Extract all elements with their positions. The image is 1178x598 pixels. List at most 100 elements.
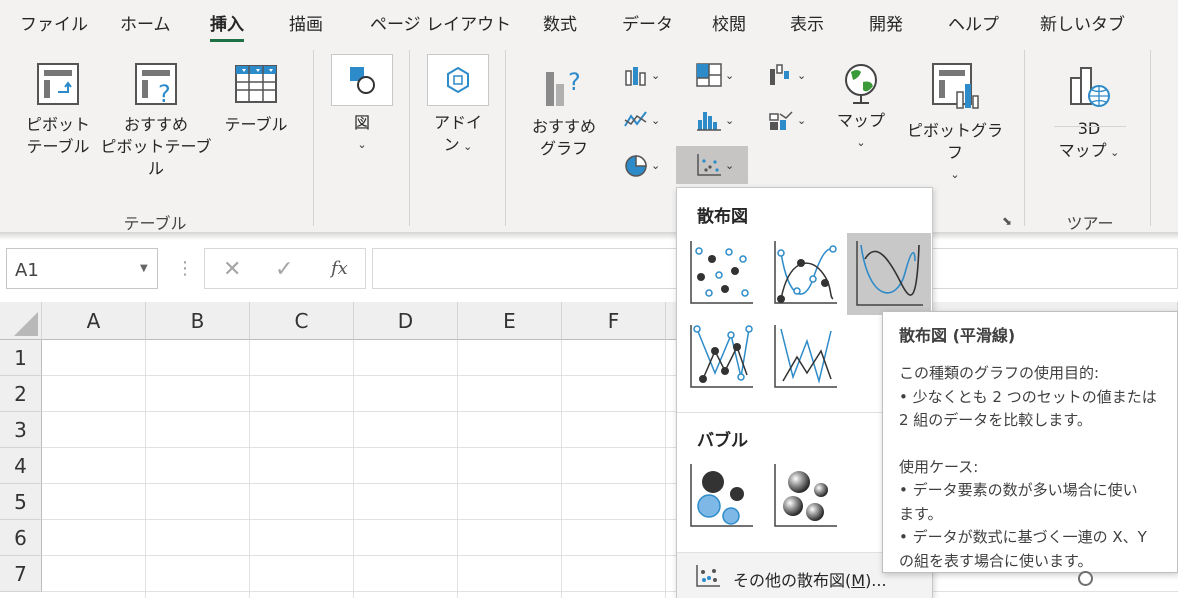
cancel-icon[interactable]: ✕	[223, 257, 241, 282]
name-box[interactable]: A1	[6, 248, 158, 289]
tab-home[interactable]: ホーム	[120, 10, 171, 35]
select-all-triangle-icon	[14, 312, 38, 336]
row-header-3[interactable]: 3	[0, 412, 42, 448]
tab-review[interactable]: 校閲	[712, 10, 746, 35]
recommended-charts-label-1: おすすめ	[531, 117, 596, 136]
column-chart-button[interactable]: ⌄	[624, 58, 668, 92]
scatter-markers-only-option[interactable]	[685, 237, 757, 309]
tab-page-layout[interactable]: ページ レイアウト	[370, 10, 511, 35]
insert-function-button[interactable]: fx	[331, 258, 348, 279]
3d-map-label-1: 3D	[1077, 119, 1101, 138]
tab-new-tab[interactable]: 新しいタブ	[1040, 10, 1125, 35]
column-chart-icon	[625, 67, 646, 86]
ribbon-separator	[505, 50, 506, 226]
scatter-smooth-lines-option[interactable]	[847, 233, 931, 315]
column-header-e[interactable]: E	[458, 302, 562, 340]
tab-view[interactable]: 表示	[790, 10, 824, 35]
recommended-pivot-button[interactable]: ? おすすめ ピボットテーブル	[100, 62, 212, 180]
scatter-chart-icon	[697, 154, 721, 176]
illustrations-button[interactable]: 図 ⌄	[331, 112, 393, 156]
maps-button[interactable]: マップ ⌄	[832, 62, 890, 154]
column-header-b[interactable]: B	[146, 302, 250, 340]
chevron-down-icon: ⌄	[797, 68, 807, 82]
chevron-down-icon: ⌄	[725, 158, 735, 172]
table-button[interactable]: テーブル	[222, 62, 290, 136]
tooltip-line: • データが数式に基づく一連の X、Y	[899, 528, 1147, 546]
recommended-charts-button[interactable]: ? おすすめ グラフ	[526, 64, 602, 160]
addins-label-2: ン ⌄	[427, 134, 489, 158]
recommended-charts-label-2: グラフ	[539, 139, 588, 158]
row-gridline	[42, 591, 1178, 592]
select-all-button[interactable]	[0, 302, 42, 340]
chevron-down-icon: ⌄	[459, 140, 473, 153]
chevron-down-icon: ⌄	[725, 113, 735, 127]
combo-chart-button[interactable]: ⌄	[768, 103, 812, 137]
scatter-section-heading: 散布図	[697, 207, 748, 227]
column-header-d[interactable]: D	[354, 302, 458, 340]
recommended-charts-icon: ?	[546, 68, 581, 106]
row-header-7[interactable]: 7	[0, 556, 42, 592]
addins-button[interactable]: アドイ ン ⌄	[427, 112, 489, 158]
scatter-straight-markers-option[interactable]	[685, 321, 757, 393]
table-icon	[235, 65, 277, 103]
globe-icon	[845, 64, 877, 104]
scatter-small-icon	[696, 565, 720, 587]
scatter-smooth-markers-option[interactable]	[769, 237, 841, 309]
bubble-3d-option[interactable]	[769, 460, 841, 532]
chevron-down-icon: ⌄	[651, 113, 661, 127]
scatter-straight-lines-option[interactable]	[769, 321, 841, 393]
column-header-a[interactable]: A	[42, 302, 146, 340]
more-scatter-charts-label: その他の散布図(M)...	[733, 571, 887, 590]
pivot-chart-button[interactable]: ピボットグラフ ⌄	[900, 62, 1010, 186]
maps-label: マップ	[836, 111, 885, 130]
3d-map-button[interactable]: 3D マップ ⌄	[1046, 62, 1132, 164]
chevron-down-icon: ⌄	[856, 136, 866, 149]
row-header-5[interactable]: 5	[0, 484, 42, 520]
dialog-launcher-icon[interactable]: ⬊	[1002, 214, 1012, 228]
column-gridline	[457, 340, 458, 598]
bubble-option[interactable]	[685, 460, 757, 532]
tab-formulas[interactable]: 数式	[543, 10, 577, 35]
addins-icon	[447, 66, 469, 94]
pivot-table-label-2: テーブル	[26, 137, 90, 156]
column-header-c[interactable]: C	[250, 302, 354, 340]
enter-check-icon[interactable]: ✓	[275, 257, 293, 282]
tab-developer[interactable]: 開発	[869, 10, 903, 35]
line-chart-button[interactable]: ⌄	[624, 103, 668, 137]
waterfall-chart-button[interactable]: ⌄	[768, 58, 812, 92]
tab-help[interactable]: ヘルプ	[948, 10, 999, 35]
tab-insert[interactable]: 挿入	[210, 10, 244, 42]
line-chart-icon	[624, 111, 647, 127]
column-gridline	[353, 340, 354, 598]
formula-bar-buttons: ✕ ✓ fx	[204, 248, 366, 289]
name-box-dropdown-icon[interactable]: ▼	[140, 263, 148, 274]
chevron-down-icon: ⌄	[651, 158, 661, 172]
illustrations-icon-box[interactable]	[331, 54, 393, 106]
row-header-6[interactable]: 6	[0, 520, 42, 556]
tab-data[interactable]: データ	[622, 10, 673, 35]
pivot-table-icon	[37, 63, 79, 105]
tab-file[interactable]: ファイル	[20, 10, 88, 35]
scatter-chart-button[interactable]: ⌄	[676, 146, 748, 184]
scatter-smooth-lines-icon	[856, 241, 923, 306]
formula-bar-grip-icon[interactable]: ⋮	[176, 258, 194, 279]
row-header-2[interactable]: 2	[0, 376, 42, 412]
row-header-4[interactable]: 4	[0, 448, 42, 484]
row-header-1[interactable]: 1	[0, 340, 42, 376]
ribbon-separator	[1150, 50, 1151, 226]
hierarchy-chart-button[interactable]: ⌄	[696, 58, 740, 92]
tooltip-line: 2 組のデータを比較します。	[899, 411, 1092, 429]
resize-handle-icon[interactable]	[1078, 571, 1093, 586]
tooltip-body: この種類のグラフの使用目的: • 少なくとも 2 つのセットの値または 2 組のデー…	[899, 362, 1163, 573]
name-box-value: A1	[15, 260, 39, 281]
tooltip-line: • データ要素の数が多い場合に使い	[899, 481, 1138, 499]
addins-icon-box[interactable]	[427, 54, 489, 106]
column-header-f[interactable]: F	[562, 302, 666, 340]
tab-draw[interactable]: 描画	[289, 10, 323, 35]
pivot-table-button[interactable]: ピボット テーブル	[22, 62, 94, 158]
statistic-chart-button[interactable]: ⌄	[696, 103, 740, 137]
bubble-3d-chart-icon	[774, 464, 837, 527]
scatter-straight-markers-icon	[690, 325, 753, 388]
pie-chart-button[interactable]: ⌄	[624, 148, 668, 182]
svg-text:?: ?	[158, 80, 171, 106]
